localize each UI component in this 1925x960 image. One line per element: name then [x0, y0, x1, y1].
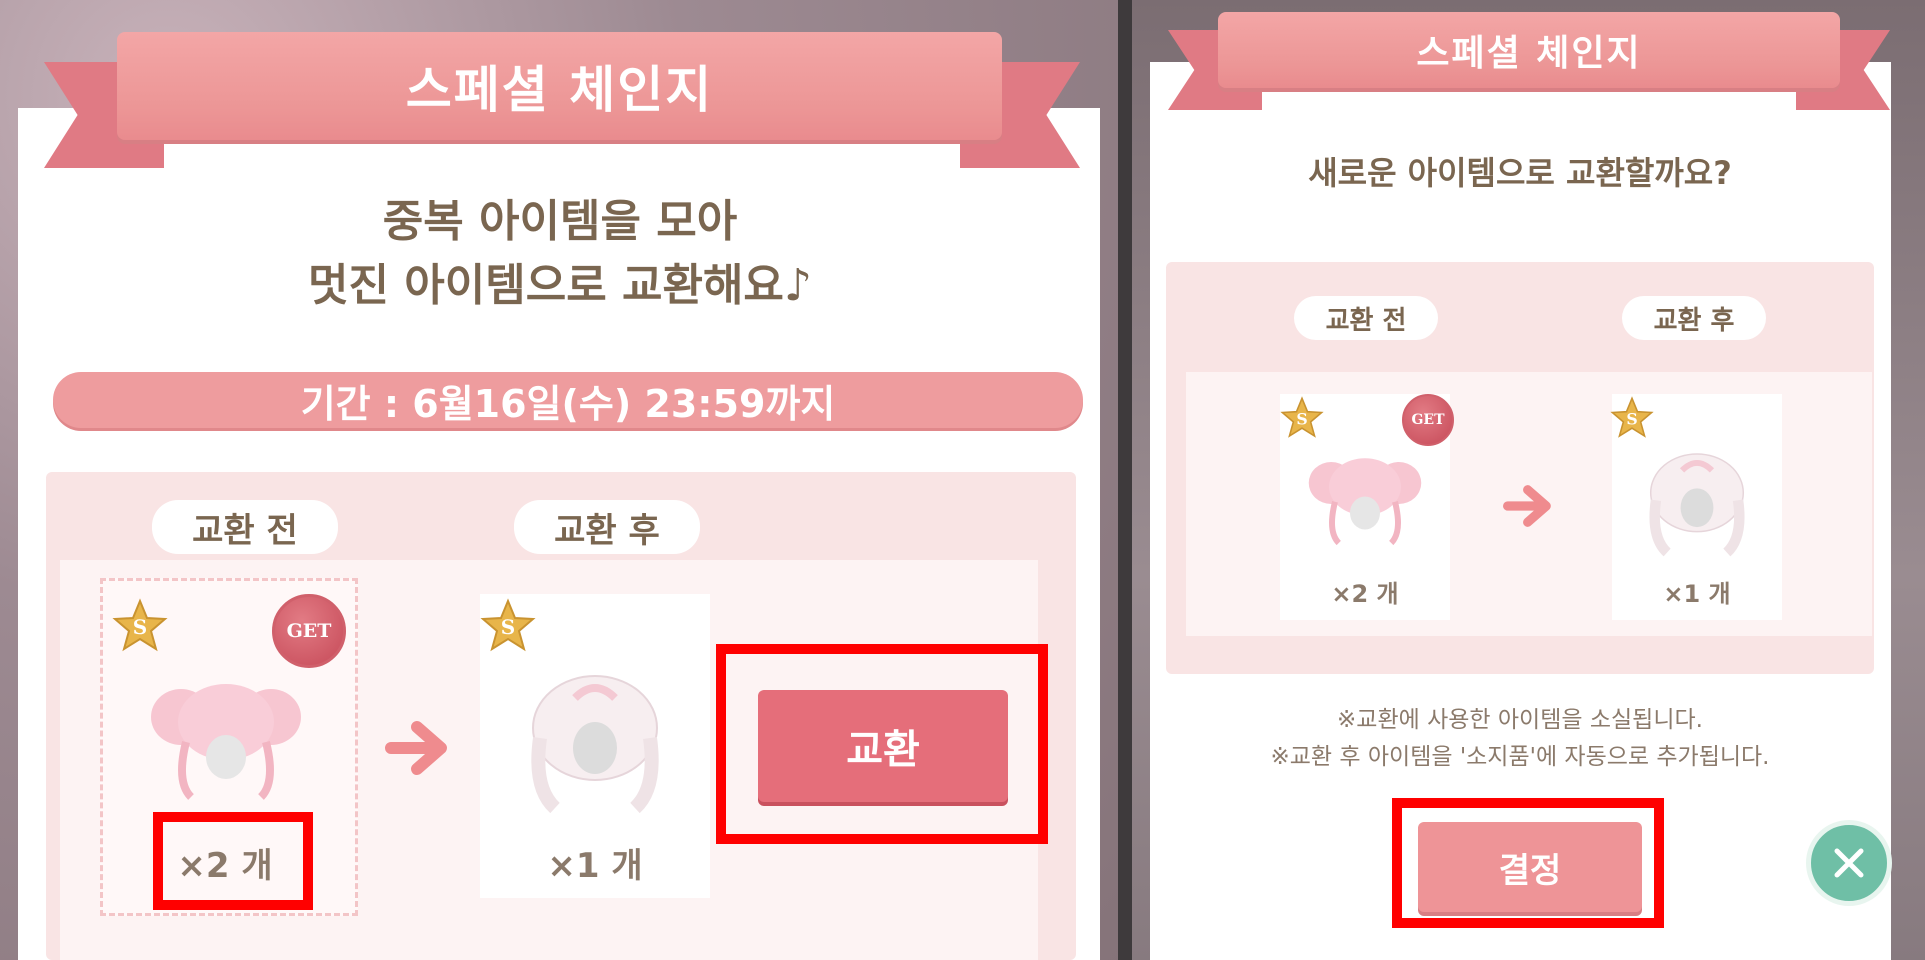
left-after-label: 교환 후 [514, 500, 700, 554]
highlight-box-before-qty [153, 812, 313, 910]
svg-text:S: S [1296, 409, 1307, 428]
right-before-label: 교환 전 [1294, 296, 1438, 340]
arrow-right-icon [380, 708, 460, 788]
star-s-icon: S [112, 598, 168, 654]
star-s-icon: S [480, 598, 536, 654]
right-after-label: 교환 후 [1622, 296, 1766, 340]
close-button[interactable] [1806, 820, 1892, 906]
star-s-icon: S [1610, 396, 1654, 440]
period-bar: 기간 : 6월16일(수) 23:59까지 [53, 372, 1083, 428]
note-line1: ※교환에 사용한 아이템을 소실됩니다. [1337, 707, 1703, 733]
left-heading: 중복 아이템을 모아 멋진 아이템으로 교환해요♪ [130, 190, 990, 318]
svg-text:S: S [1626, 409, 1637, 428]
close-icon [1834, 848, 1864, 878]
left-heading-line1: 중복 아이템을 모아 [382, 196, 738, 247]
left-after-label-text: 교환 후 [554, 510, 660, 551]
left-title-banner: 스페셜 체인지 [117, 32, 1002, 140]
right-before-label-text: 교환 전 [1325, 305, 1407, 336]
right-question: 새로운 아이템으로 교환할까요? [1308, 154, 1732, 192]
right-get-badge-text: GET [1411, 412, 1445, 428]
left-title: 스페셜 체인지 [405, 61, 714, 119]
left-before-label-text: 교환 전 [192, 510, 298, 551]
star-s-icon: S [1280, 396, 1324, 440]
screen-divider [1118, 0, 1132, 960]
right-title: 스페셜 체인지 [1416, 33, 1642, 74]
svg-text:S: S [501, 615, 515, 639]
svg-text:S: S [133, 615, 147, 639]
get-badge-icon: GET [272, 594, 346, 668]
get-badge-icon: GET [1402, 394, 1454, 446]
left-after-qty: ×1 개 [547, 846, 643, 886]
pink-hair-icon [146, 672, 306, 802]
white-hair-icon [515, 668, 675, 818]
pink-hair-icon [1305, 448, 1425, 548]
right-after-label-text: 교환 후 [1653, 305, 1735, 336]
left-heading-line2: 멋진 아이템으로 교환해요♪ [308, 259, 812, 311]
white-hair-icon [1637, 448, 1757, 560]
left-before-label: 교환 전 [152, 500, 338, 554]
period-text: 기간 : 6월16일(수) 23:59까지 [300, 381, 836, 426]
highlight-box-confirm-button [1392, 798, 1664, 928]
right-before-qty: ×2 개 [1331, 580, 1399, 608]
right-after-qty: ×1 개 [1663, 580, 1731, 608]
arrow-right-icon [1500, 476, 1560, 536]
get-badge-text: GET [286, 620, 332, 642]
right-notes: ※교환에 사용한 아이템을 소실됩니다. ※교환 후 아이템을 '소지품'에 자… [1160, 702, 1880, 776]
highlight-box-exchange-button [716, 644, 1048, 844]
note-line2: ※교환 후 아이템을 '소지품'에 자동으로 추가됩니다. [1270, 743, 1770, 770]
right-title-banner: 스페셜 체인지 [1218, 12, 1840, 88]
